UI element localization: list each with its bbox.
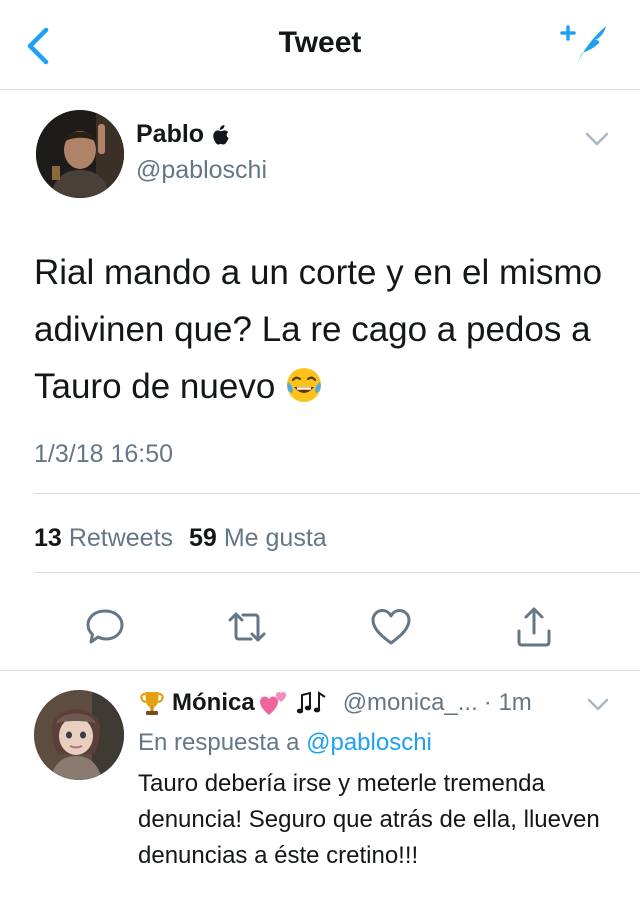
two-hearts-emoji-icon — [259, 692, 286, 715]
author-name[interactable]: Pablo — [136, 120, 204, 149]
retweets-label: Retweets — [68, 524, 174, 552]
reply-icon[interactable] — [82, 604, 128, 650]
tweet-timestamp: 1/3/18 16:50 — [34, 440, 174, 468]
nav-bar: Tweet — [0, 0, 640, 90]
divider — [34, 572, 640, 573]
author-handle[interactable]: @pabloschi — [136, 156, 267, 185]
reply-avatar[interactable] — [34, 690, 124, 780]
tears-of-joy-emoji-icon — [287, 368, 322, 402]
retweet-icon[interactable] — [224, 604, 270, 650]
chevron-down-icon[interactable] — [586, 697, 610, 713]
tweet-stats: 13 Retweets 59 Me gusta — [34, 524, 327, 553]
divider — [0, 670, 640, 671]
divider — [34, 493, 640, 494]
retweets-stat[interactable]: 13 Retweets — [34, 524, 173, 553]
reply-to-line: En respuesta a @pabloschi — [138, 729, 432, 757]
compose-feather-icon[interactable] — [552, 20, 612, 72]
reply-to-mention[interactable]: @pabloschi — [306, 729, 432, 756]
reply-author-handle[interactable]: @monica_... — [343, 689, 478, 717]
reply-text: Tauro debería irse y meterle tremenda de… — [138, 770, 600, 869]
author-name-row: Pablo — [136, 120, 230, 149]
reply-time: · 1m — [483, 689, 532, 716]
page-title: Tweet — [278, 26, 362, 59]
chevron-down-icon[interactable] — [584, 130, 610, 148]
apple-logo-icon — [213, 124, 229, 145]
reply-header: Mónica @monica_... · 1m — [138, 686, 532, 720]
share-icon[interactable] — [511, 604, 557, 650]
reply-to-label: En respuesta a — [138, 729, 300, 756]
likes-count: 59 — [189, 524, 217, 552]
trophy-emoji-icon — [140, 692, 164, 715]
reply-author-name[interactable]: Mónica — [172, 689, 255, 717]
retweets-count: 13 — [34, 524, 62, 552]
avatar[interactable] — [36, 110, 124, 198]
like-icon[interactable] — [368, 604, 414, 650]
likes-label: Me gusta — [223, 524, 327, 552]
likes-stat[interactable]: 59 Me gusta — [189, 524, 327, 553]
tweet-text: Rial mando a un corte y en el mismo adiv… — [34, 244, 624, 415]
musical-notes-emoji-icon — [296, 691, 326, 714]
